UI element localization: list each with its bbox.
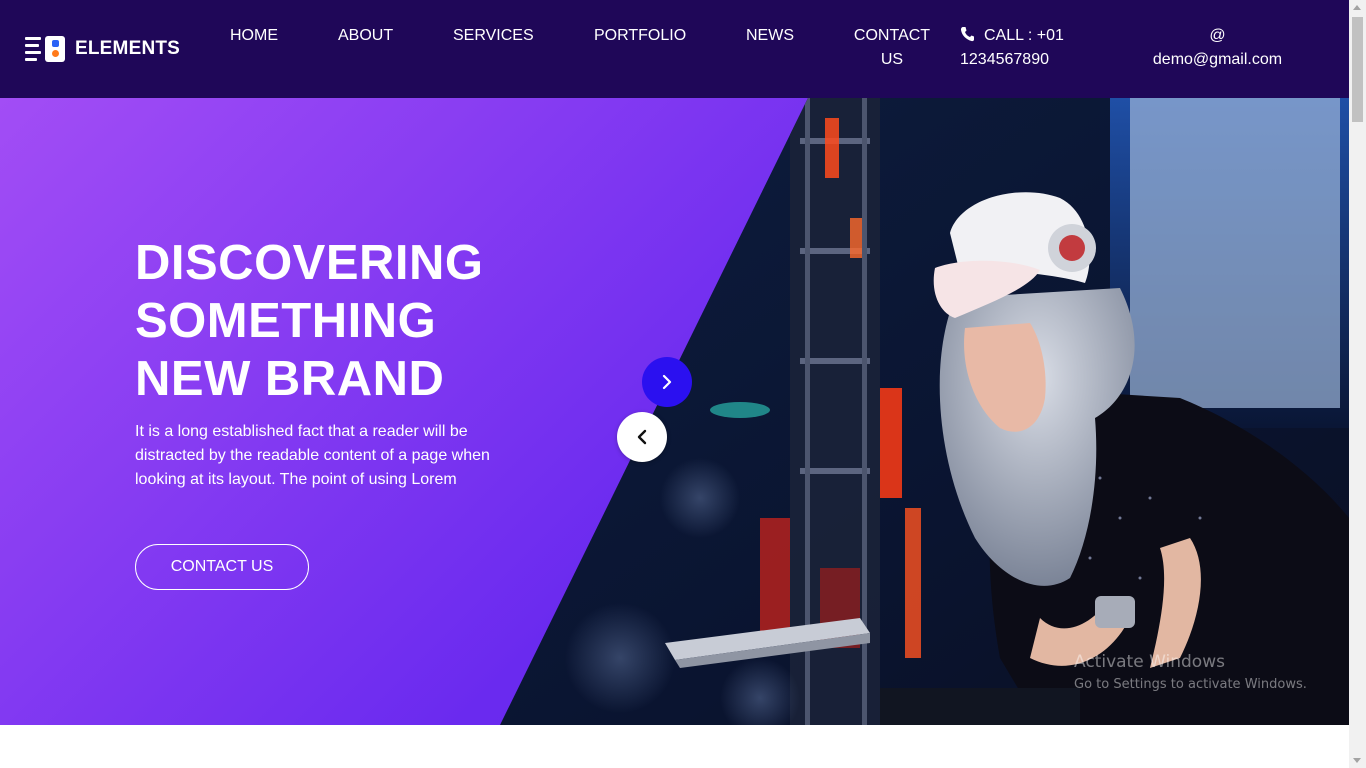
chevron-left-icon <box>637 429 647 445</box>
slider-prev-button[interactable] <box>617 412 667 462</box>
hero-description: It is a long established fact that a rea… <box>135 423 490 488</box>
scroll-down-icon[interactable] <box>1353 758 1361 763</box>
logo-mark-icon <box>25 35 67 63</box>
call-number: 1234567890 <box>960 51 1049 68</box>
nav-portfolio-link[interactable]: PORTFOLIO <box>594 24 686 48</box>
nav-about-link[interactable]: ABOUT <box>338 24 393 48</box>
brand-logo[interactable]: ELEMENTS <box>25 35 185 63</box>
scrollbar-thumb[interactable] <box>1352 17 1363 122</box>
contact-us-button[interactable]: CONTACT US <box>135 544 309 590</box>
nav-contact-line2: US <box>880 51 904 68</box>
nav-services-link[interactable]: SERVICES <box>453 24 534 48</box>
hero-dj-photo <box>500 98 1349 725</box>
nav-contact-link[interactable]: CONTACT US <box>850 24 934 72</box>
hero-title: DISCOVERING SOMETHING NEW BRAND <box>135 234 555 408</box>
activate-windows-title: Activate Windows <box>1074 652 1225 672</box>
nav-news-link[interactable]: NEWS <box>746 24 794 48</box>
email-info[interactable]: @ demo@gmail.com <box>1150 24 1285 72</box>
slider-next-button[interactable] <box>642 357 692 407</box>
hero-title-line2: SOMETHING <box>135 294 437 348</box>
hero-title-line1: DISCOVERING <box>135 236 484 290</box>
hero-slider: DISCOVERING SOMETHING NEW BRAND It is a … <box>0 98 1349 725</box>
call-info[interactable]: CALL : +01 1234567890 <box>960 24 1090 72</box>
scroll-up-icon[interactable] <box>1353 5 1361 10</box>
nav-home-link[interactable]: HOME <box>230 24 278 48</box>
email-at-icon: @ <box>1209 27 1226 44</box>
phone-icon <box>960 26 974 42</box>
hero-title-line3: NEW BRAND <box>135 352 445 406</box>
activate-windows-subtitle: Go to Settings to activate Windows. <box>1074 677 1307 692</box>
page-scrollbar[interactable] <box>1349 0 1366 768</box>
brand-name: ELEMENTS <box>75 38 181 59</box>
email-address: demo@gmail.com <box>1152 51 1283 68</box>
call-label: CALL : +01 <box>984 27 1064 44</box>
site-header: ELEMENTS HOME ABOUT SERVICES PORTFOLIO N… <box>0 0 1349 98</box>
chevron-right-icon <box>662 374 672 390</box>
nav-contact-line1: CONTACT <box>853 27 931 44</box>
